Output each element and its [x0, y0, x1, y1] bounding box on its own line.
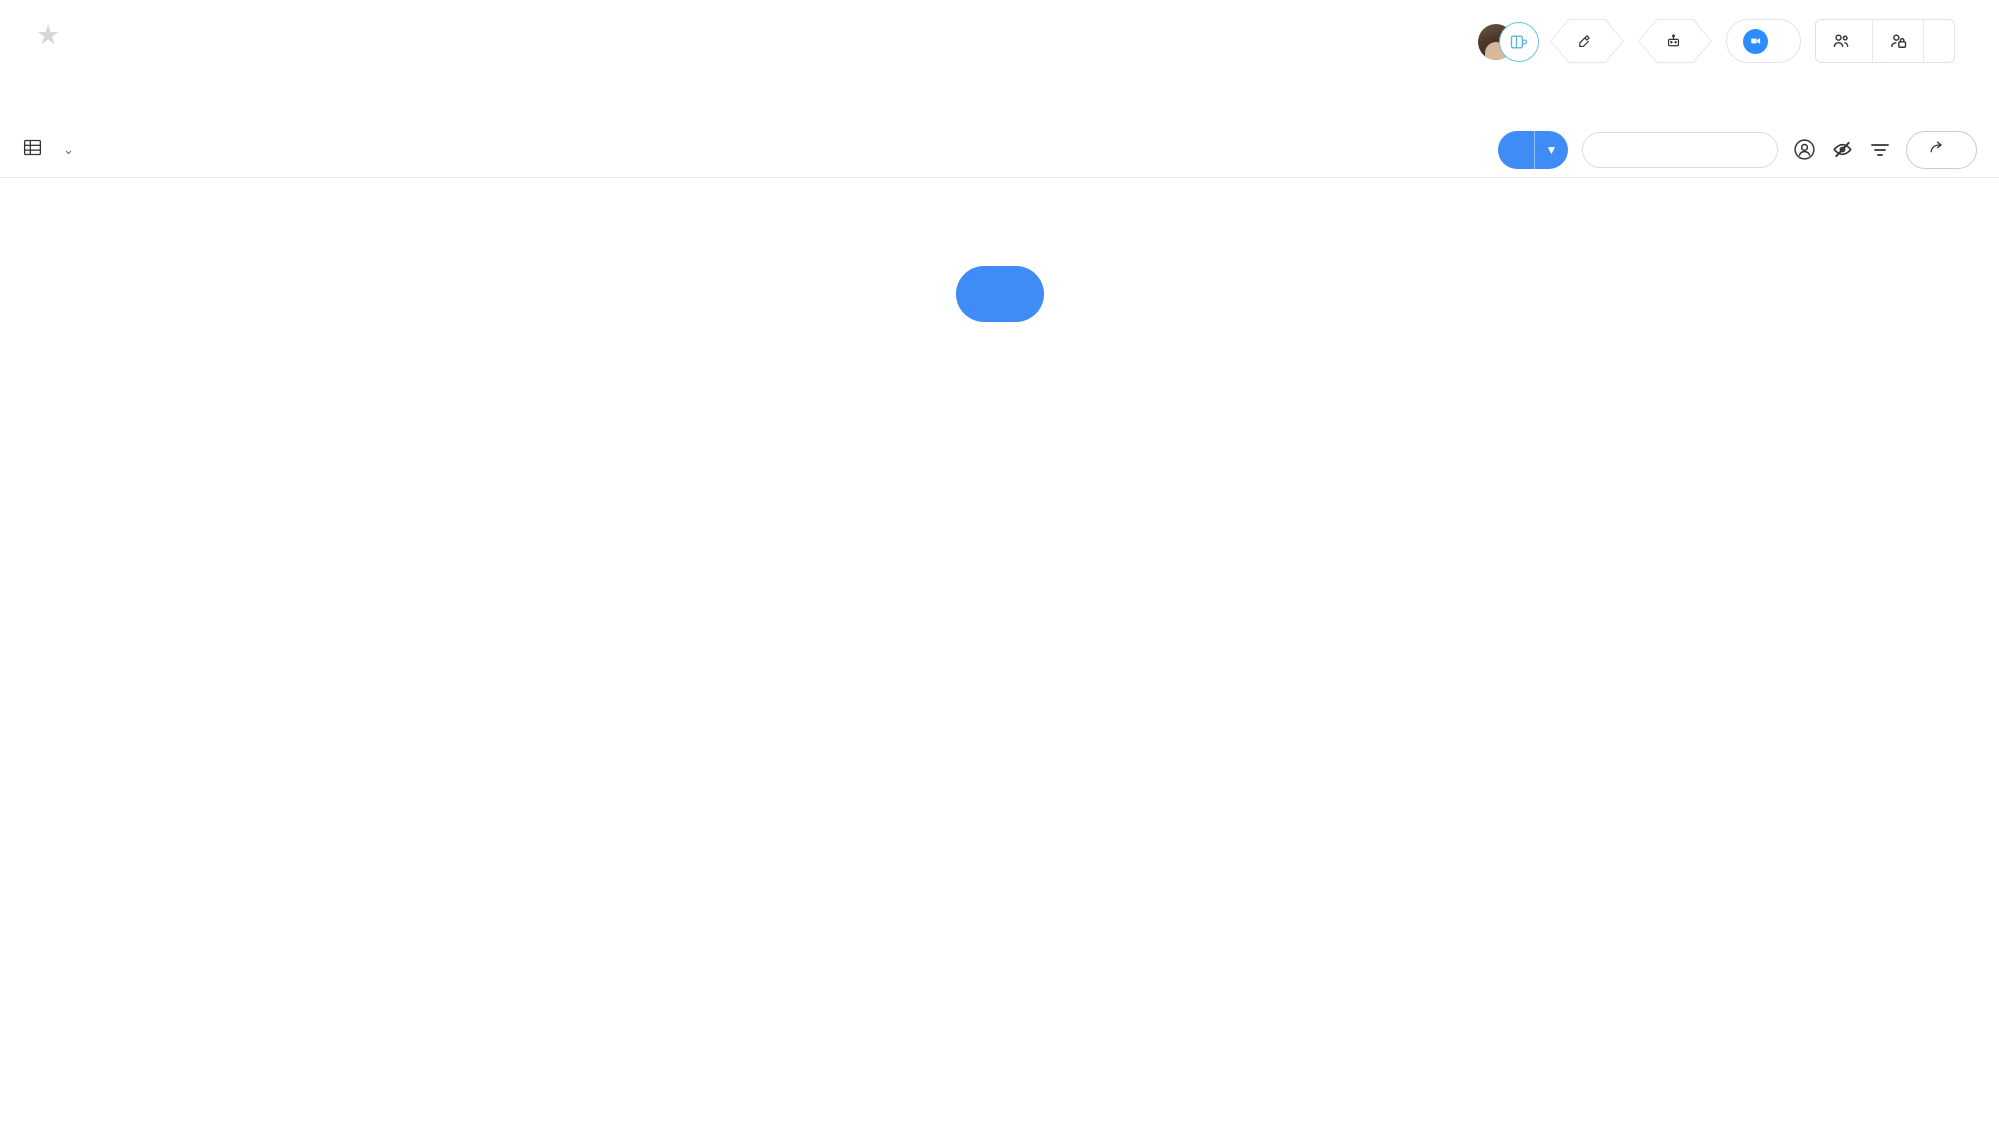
search-input[interactable]: [1601, 139, 1759, 160]
activities-button[interactable]: [1923, 20, 1954, 62]
view-bar-actions: ▼: [1498, 130, 1977, 169]
zoom-video-icon: [1743, 28, 1768, 54]
top-actions-bar: [1478, 18, 1977, 64]
new-item-button[interactable]: ▼: [1498, 130, 1568, 169]
share-icon: [1929, 139, 1946, 161]
new-item-dropdown-icon[interactable]: ▼: [1534, 130, 1568, 169]
tab-main-table[interactable]: ⌄: [22, 137, 74, 163]
members-button[interactable]: [1816, 20, 1872, 62]
board-header: ★: [0, 0, 1999, 122]
new-item-label: [1498, 131, 1534, 169]
updates-button[interactable]: [1550, 18, 1624, 64]
automations-button[interactable]: [1638, 18, 1712, 64]
start-zoom-call-button[interactable]: [1726, 19, 1801, 63]
avatar-cluster[interactable]: [1478, 20, 1539, 62]
person-filter-icon[interactable]: [1792, 137, 1817, 162]
board-presence-icon[interactable]: [1499, 22, 1539, 62]
table-icon: [22, 137, 43, 163]
share-button[interactable]: [1906, 130, 1977, 169]
hide-eye-icon[interactable]: [1831, 138, 1854, 161]
chevron-down-icon[interactable]: ⌄: [63, 142, 74, 158]
filter-icon[interactable]: [1868, 138, 1892, 162]
star-icon[interactable]: ★: [36, 22, 60, 49]
use-template-button[interactable]: [955, 266, 1044, 322]
cta-wrapper: [0, 266, 1999, 322]
permissions-button[interactable]: [1872, 20, 1923, 62]
board-body: [0, 178, 1999, 322]
board-members-group: [1815, 19, 1955, 63]
view-bar: ⌄ ▼: [0, 122, 1999, 178]
search-filter-box[interactable]: [1582, 131, 1778, 168]
